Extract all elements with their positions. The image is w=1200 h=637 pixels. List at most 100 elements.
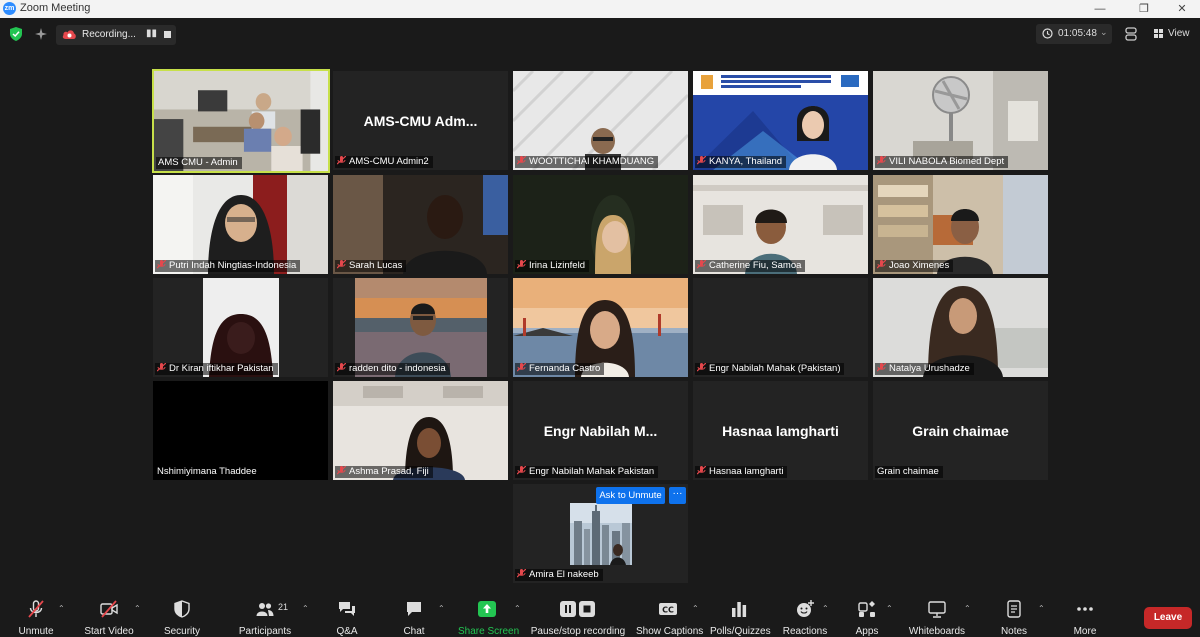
caret-up-icon[interactable]: ⌃: [302, 604, 309, 613]
cloud-recording-icon: [62, 30, 76, 39]
participant-name: AMS-CMU Admin2: [335, 156, 433, 168]
caret-up-icon[interactable]: ⌃: [1038, 604, 1045, 613]
pause-recording-icon[interactable]: ▮▮: [146, 28, 157, 39]
muted-mic-icon: [517, 466, 526, 475]
participant-name: Irina Lizinfeld: [515, 260, 589, 272]
apps-button[interactable]: Apps ⌃: [852, 600, 893, 637]
participant-tile[interactable]: Fernanda Castro: [513, 278, 688, 377]
apps-icon: [858, 601, 875, 617]
recording-indicator[interactable]: Recording... ▮▮: [56, 25, 176, 45]
caret-up-icon[interactable]: ⌃: [886, 604, 893, 613]
participant-tile[interactable]: Hasnaa lamgharti Hasnaa lamgharti: [693, 381, 868, 480]
participant-tile[interactable]: Engr Nabilah Mahak (Pakistan): [693, 278, 868, 377]
muted-mic-icon: [157, 260, 166, 269]
participant-placeholder-name: Engr Nabilah M...: [543, 423, 658, 439]
participant-placeholder-name: Hasnaa lamgharti: [722, 423, 839, 439]
participants-count: 21: [278, 602, 289, 612]
participant-tile[interactable]: Joao Ximenes: [873, 175, 1048, 274]
participant-name: AMS CMU - Admin: [156, 157, 242, 169]
stop-recording-icon[interactable]: [164, 31, 171, 38]
unmute-button[interactable]: Unmute ⌃: [14, 600, 65, 637]
participant-tile[interactable]: VILI NABOLA Biomed Dept: [873, 71, 1048, 170]
muted-mic-icon: [697, 363, 706, 372]
security-shield-icon[interactable]: [10, 27, 22, 41]
close-icon[interactable]: ✕: [1162, 0, 1200, 18]
participant-name: radden dito - indonesia: [335, 363, 450, 375]
muted-mic-icon: [877, 363, 886, 372]
muted-mic-icon: [697, 466, 706, 475]
participant-tile[interactable]: radden dito - indonesia: [333, 278, 508, 377]
participant-placeholder-name: Grain chaimae: [912, 423, 1009, 439]
participant-tile[interactable]: AMS CMU - Admin: [152, 69, 330, 173]
muted-mic-icon: [337, 363, 346, 372]
qa-icon: [339, 602, 355, 616]
participant-tile[interactable]: Irina Lizinfeld: [513, 175, 688, 274]
participant-tile[interactable]: Grain chaimae Grain chaimae: [873, 381, 1048, 480]
view-label: View: [1168, 28, 1190, 39]
participant-tile[interactable]: AMS-CMU Adm... AMS-CMU Admin2: [333, 71, 508, 170]
share-screen-button[interactable]: Share Screen ⌃: [458, 600, 521, 637]
participant-tile[interactable]: Dr Kiran iftikhar Pakistan: [153, 278, 328, 377]
caret-up-icon[interactable]: ⌃: [822, 604, 829, 613]
show-captions-button[interactable]: CC Show Captions ⌃: [636, 600, 703, 637]
security-button[interactable]: Security: [160, 600, 204, 637]
participant-name: Putri Indah Ningtias-Indonesia: [155, 260, 301, 272]
more-button[interactable]: More: [1070, 600, 1100, 637]
caret-up-icon[interactable]: ⌃: [514, 604, 521, 613]
caret-up-icon[interactable]: ⌃: [58, 604, 65, 613]
pause-stop-recording-button[interactable]: Pause/stop recording: [530, 600, 626, 637]
participant-tile[interactable]: Engr Nabilah M... Engr Nabilah Mahak Pak…: [513, 381, 688, 480]
participant-avatar: [570, 503, 632, 565]
caret-up-icon[interactable]: ⌃: [964, 604, 971, 613]
speaker-view-icon[interactable]: [1124, 26, 1138, 42]
chat-button[interactable]: Chat ⌃: [398, 600, 445, 637]
meeting-timer[interactable]: 01:05:48 ⌄: [1036, 24, 1112, 44]
svg-text:CC: CC: [662, 606, 674, 615]
caret-up-icon[interactable]: ⌃: [438, 604, 445, 613]
restore-icon[interactable]: ❐: [1124, 0, 1164, 18]
participant-name: WOOTTICHAI KHAMDUANG: [515, 156, 659, 168]
view-button[interactable]: View: [1150, 24, 1194, 44]
reactions-icon: [797, 600, 814, 617]
recording-label: Recording...: [82, 29, 136, 40]
leave-button[interactable]: Leave: [1144, 607, 1192, 629]
participant-name: Hasnaa lamgharti: [695, 466, 788, 478]
muted-mic-icon: [517, 569, 526, 578]
muted-mic-icon: [337, 260, 346, 269]
clock-icon: [1042, 28, 1053, 39]
chevron-down-icon: ⌄: [1100, 27, 1108, 37]
participant-placeholder-name: AMS-CMU Adm...: [363, 113, 478, 129]
muted-mic-icon: [28, 600, 44, 618]
participant-tile[interactable]: WOOTTICHAI KHAMDUANG: [513, 71, 688, 170]
muted-mic-icon: [517, 363, 526, 372]
muted-mic-icon: [157, 363, 166, 372]
caret-up-icon[interactable]: ⌃: [692, 604, 699, 613]
participant-tile[interactable]: Nshimiyimana Thaddee: [153, 381, 328, 480]
caret-up-icon[interactable]: ⌃: [134, 604, 141, 613]
participant-more-button[interactable]: ···: [669, 487, 686, 504]
ai-companion-icon[interactable]: [34, 27, 48, 41]
muted-mic-icon: [877, 260, 886, 269]
participant-name: Sarah Lucas: [335, 260, 407, 272]
participant-name: Nshimiyimana Thaddee: [155, 466, 261, 478]
participant-tile[interactable]: Ashma Prasad, Fiji: [333, 381, 508, 480]
ask-to-unmute-button[interactable]: Ask to Unmute: [596, 487, 665, 504]
participant-tile[interactable]: Catherine Fiu, Samoa: [693, 175, 868, 274]
participants-button[interactable]: Participants 21 ⌃: [236, 600, 309, 637]
minimize-icon[interactable]: —: [1080, 0, 1120, 18]
participant-tile[interactable]: KANYA, Thailand: [693, 71, 868, 170]
participant-tile[interactable]: Natalya Urushadze: [873, 278, 1048, 377]
participant-tile[interactable]: Putri Indah Ningtias-Indonesia: [153, 175, 328, 274]
participant-name: Natalya Urushadze: [875, 363, 974, 375]
reactions-button[interactable]: Reactions ⌃: [782, 600, 829, 637]
participant-name: KANYA, Thailand: [695, 156, 787, 168]
participant-tile[interactable]: Sarah Lucas: [333, 175, 508, 274]
polls-quizzes-button[interactable]: Polls/Quizzes: [710, 600, 771, 637]
muted-mic-icon: [337, 466, 346, 475]
qa-button[interactable]: Q&A: [332, 600, 362, 637]
notes-button[interactable]: Notes ⌃: [998, 600, 1045, 637]
start-video-button[interactable]: Start Video ⌃: [82, 600, 141, 637]
whiteboards-button[interactable]: Whiteboards ⌃: [906, 600, 971, 637]
participant-name: Engr Nabilah Mahak (Pakistan): [695, 363, 845, 375]
participant-video: [154, 71, 328, 171]
